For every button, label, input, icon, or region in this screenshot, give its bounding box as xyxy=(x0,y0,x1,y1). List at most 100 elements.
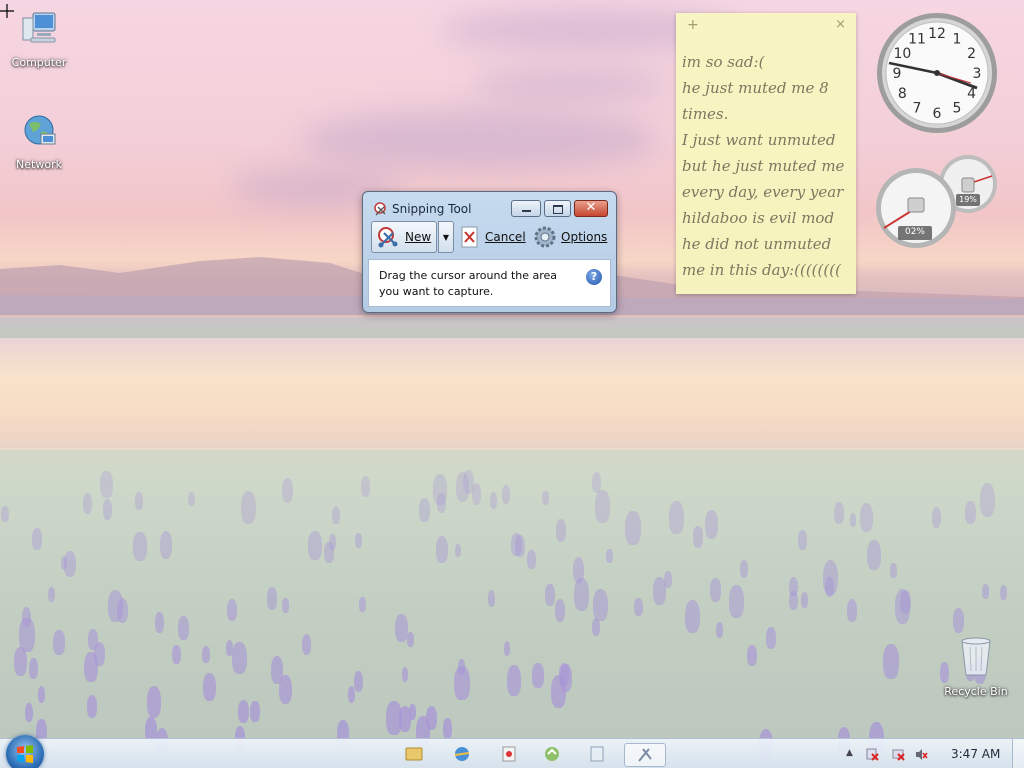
note-line: I just want unmuted xyxy=(682,131,836,149)
taskbar-media-player[interactable] xyxy=(492,743,526,765)
note-text[interactable]: im so sad:( he just muted me 8 times. I … xyxy=(682,49,854,283)
lupine-flower xyxy=(395,614,408,642)
clock-time[interactable]: 3:47 AM xyxy=(951,747,1000,761)
taskbar-windows-update[interactable] xyxy=(535,743,569,765)
lupine-flower xyxy=(177,615,189,640)
lupine-flower xyxy=(102,499,113,520)
snipping-tool-window[interactable]: Snipping Tool ✕ New ▼ Cancel Options Dra… xyxy=(362,191,617,313)
delete-note-button[interactable]: × xyxy=(835,17,846,32)
options-label: Options xyxy=(561,230,608,244)
lupine-flower xyxy=(203,672,217,702)
lupine-flower xyxy=(188,491,195,507)
lupine-flower xyxy=(84,652,99,683)
lupine-flower xyxy=(108,589,123,622)
title-bar[interactable]: Snipping Tool ✕ xyxy=(363,192,616,218)
lupine-flower xyxy=(282,598,289,613)
lupine-flower xyxy=(846,598,858,622)
lupine-flower xyxy=(542,491,549,505)
action-center-icon[interactable] xyxy=(866,748,879,761)
minimize-button[interactable] xyxy=(511,200,541,217)
lupine-flower xyxy=(965,501,976,525)
instruction-text: Drag the cursor around the area you want… xyxy=(379,269,558,298)
lupine-flower xyxy=(361,476,371,497)
lupine-flower xyxy=(883,644,899,679)
lupine-flower xyxy=(634,597,643,617)
lupine-flower xyxy=(408,704,416,720)
chevron-down-icon: ▼ xyxy=(442,232,450,242)
desktop-icon-label: Recycle Bin xyxy=(944,685,1008,698)
note-line: every day, every year xyxy=(682,183,844,201)
desktop-icon-network[interactable]: Network xyxy=(4,112,74,171)
lupine-flower xyxy=(301,633,312,656)
close-button[interactable]: ✕ xyxy=(574,200,608,217)
toolbar: New ▼ Cancel Options xyxy=(369,220,610,254)
lupine-flower xyxy=(202,645,210,663)
new-label: New xyxy=(405,230,432,244)
snipping-tool-icon xyxy=(638,748,652,762)
lupine-flower xyxy=(889,563,897,579)
lupine-flower xyxy=(100,470,113,498)
cancel-label: Cancel xyxy=(485,230,526,244)
clock-numeral: 9 xyxy=(893,66,902,82)
lupine-flower xyxy=(668,501,684,535)
maximize-icon xyxy=(553,205,563,214)
lupine-flower xyxy=(527,550,536,569)
clock-gadget[interactable]: 12 1234567891011 xyxy=(875,11,999,135)
clock-numeral: 5 xyxy=(953,101,962,117)
desktop[interactable]: Computer Network Snipping Tool ✕ New ▼ C… xyxy=(0,0,1024,768)
taskbar-sticky-notes[interactable] xyxy=(580,743,614,765)
windows-update-icon xyxy=(545,747,559,761)
lupine-flower xyxy=(353,670,364,692)
lupine-flower xyxy=(801,591,809,608)
clock-numeral: 7 xyxy=(913,101,922,117)
show-desktop-button[interactable] xyxy=(1012,739,1024,768)
lupine-flower xyxy=(32,528,43,550)
taskbar: ▲ 3:47 AM xyxy=(0,735,1024,768)
lupine-flower xyxy=(747,644,757,666)
lupine-flower xyxy=(133,531,147,562)
note-line: he just muted me 8 xyxy=(682,79,829,97)
add-note-button[interactable]: + xyxy=(687,17,699,33)
options-button[interactable]: Options xyxy=(534,224,607,250)
cloud xyxy=(300,110,660,170)
help-button[interactable]: ? xyxy=(586,269,602,285)
new-snip-icon xyxy=(378,227,398,248)
lupine-flower xyxy=(664,571,672,589)
instruction-panel: Drag the cursor around the area you want… xyxy=(368,259,611,307)
desktop-icon-label: Network xyxy=(16,158,62,171)
desktop-icon-recycle-bin[interactable]: Recycle Bin xyxy=(944,635,1008,698)
maximize-button[interactable] xyxy=(544,200,571,217)
taskbar-internet-explorer[interactable] xyxy=(445,743,479,765)
lupine-flower xyxy=(87,694,98,718)
start-button[interactable] xyxy=(6,735,44,768)
note-line: im so sad:( xyxy=(682,53,765,71)
taskbar-explorer[interactable] xyxy=(397,743,431,765)
show-hidden-icons-button[interactable]: ▲ xyxy=(846,748,859,761)
lupine-flower xyxy=(532,663,544,689)
new-button[interactable]: New xyxy=(371,221,437,253)
lupine-flower xyxy=(487,590,496,607)
lupine-flower xyxy=(332,507,340,524)
desktop-icon-computer[interactable]: Computer xyxy=(4,10,74,69)
taskbar-snipping-tool[interactable] xyxy=(624,743,666,767)
lupine-flower xyxy=(684,599,700,633)
lupine-flower xyxy=(281,477,294,503)
window-title: Snipping Tool xyxy=(392,202,472,216)
lupine-flower xyxy=(501,484,511,504)
lupine-flower xyxy=(503,640,511,656)
volume-muted-icon[interactable] xyxy=(915,748,928,761)
network-status-icon[interactable] xyxy=(892,748,905,761)
cpu-percent: 02% xyxy=(904,227,925,237)
sticky-note[interactable]: + × im so sad:( he just muted me 8 times… xyxy=(676,13,856,294)
lupine-flower xyxy=(798,529,808,550)
new-dropdown-button[interactable]: ▼ xyxy=(438,221,454,253)
lupine-flower xyxy=(308,530,322,560)
lupine-flower xyxy=(789,590,798,610)
cancel-button[interactable]: Cancel xyxy=(461,224,526,250)
cloud xyxy=(470,70,670,100)
lupine-flower xyxy=(606,549,613,563)
lupine-flower xyxy=(266,587,278,611)
lupine-flower xyxy=(355,533,362,548)
lupine-flower xyxy=(709,578,721,603)
lupine-flower xyxy=(716,622,724,639)
